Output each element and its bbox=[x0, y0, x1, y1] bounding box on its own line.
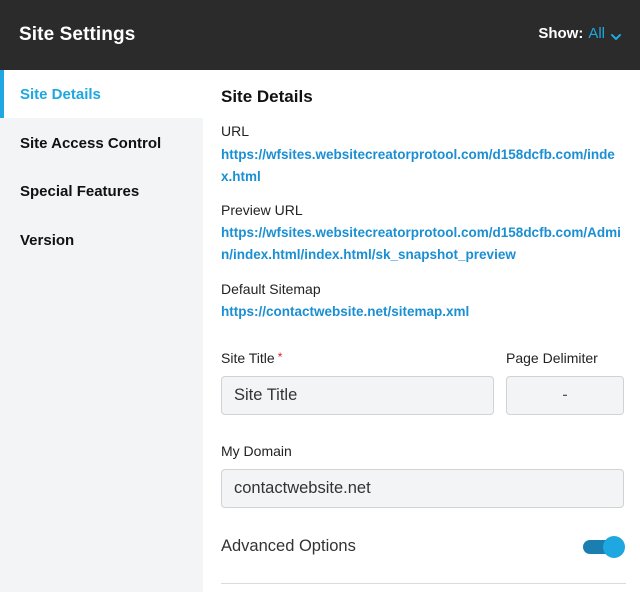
divider bbox=[221, 583, 626, 584]
default-sitemap-link[interactable]: https://contactwebsite.net/sitemap.xml bbox=[221, 301, 626, 323]
sidebar-item-site-details[interactable]: Site Details bbox=[0, 70, 203, 118]
show-filter-dropdown[interactable]: Show: All bbox=[538, 25, 622, 42]
show-filter-label: Show: bbox=[538, 25, 584, 42]
url-label: URL bbox=[221, 123, 250, 139]
site-title-input[interactable]: Site Title bbox=[221, 376, 494, 415]
site-details-panel: Site Details URL https://wfsites.website… bbox=[203, 70, 640, 592]
advanced-options-label: Advanced Options bbox=[221, 537, 356, 555]
app-header: Site Settings Show: All bbox=[0, 0, 640, 70]
page-delimiter-label: Page Delimiter bbox=[506, 350, 598, 366]
section-title: Site Details bbox=[221, 87, 313, 106]
site-title-label-text: Site Title bbox=[221, 350, 275, 366]
show-filter-value[interactable]: All bbox=[588, 25, 605, 42]
my-domain-label: My Domain bbox=[221, 443, 292, 459]
advanced-options-toggle[interactable] bbox=[583, 536, 625, 558]
url-link[interactable]: https://wfsites.websitecreatorprotool.co… bbox=[221, 144, 626, 188]
page-delimiter-input[interactable]: - bbox=[506, 376, 624, 415]
required-indicator: * bbox=[277, 350, 283, 364]
site-title-label: Site Title * bbox=[221, 350, 282, 366]
sidebar-item-label: Version bbox=[20, 231, 75, 249]
page-title: Site Settings bbox=[19, 24, 136, 45]
settings-sidebar: Site Details Site Access Control Special… bbox=[0, 70, 203, 592]
default-sitemap-label: Default Sitemap bbox=[221, 281, 321, 297]
preview-url-link[interactable]: https://wfsites.websitecreatorprotool.co… bbox=[221, 222, 626, 266]
my-domain-input[interactable]: contactwebsite.net bbox=[221, 469, 624, 508]
sidebar-item-special-features[interactable]: Special Features bbox=[0, 167, 203, 215]
sidebar-item-label: Special Features bbox=[20, 182, 140, 200]
sidebar-item-site-access-control[interactable]: Site Access Control bbox=[0, 119, 203, 167]
toggle-knob bbox=[603, 536, 625, 558]
sidebar-item-version[interactable]: Version bbox=[0, 216, 203, 264]
preview-url-label: Preview URL bbox=[221, 202, 303, 218]
sidebar-item-label: Site Details bbox=[20, 85, 101, 103]
sidebar-item-label: Site Access Control bbox=[20, 134, 162, 152]
chevron-down-icon[interactable] bbox=[610, 29, 622, 40]
